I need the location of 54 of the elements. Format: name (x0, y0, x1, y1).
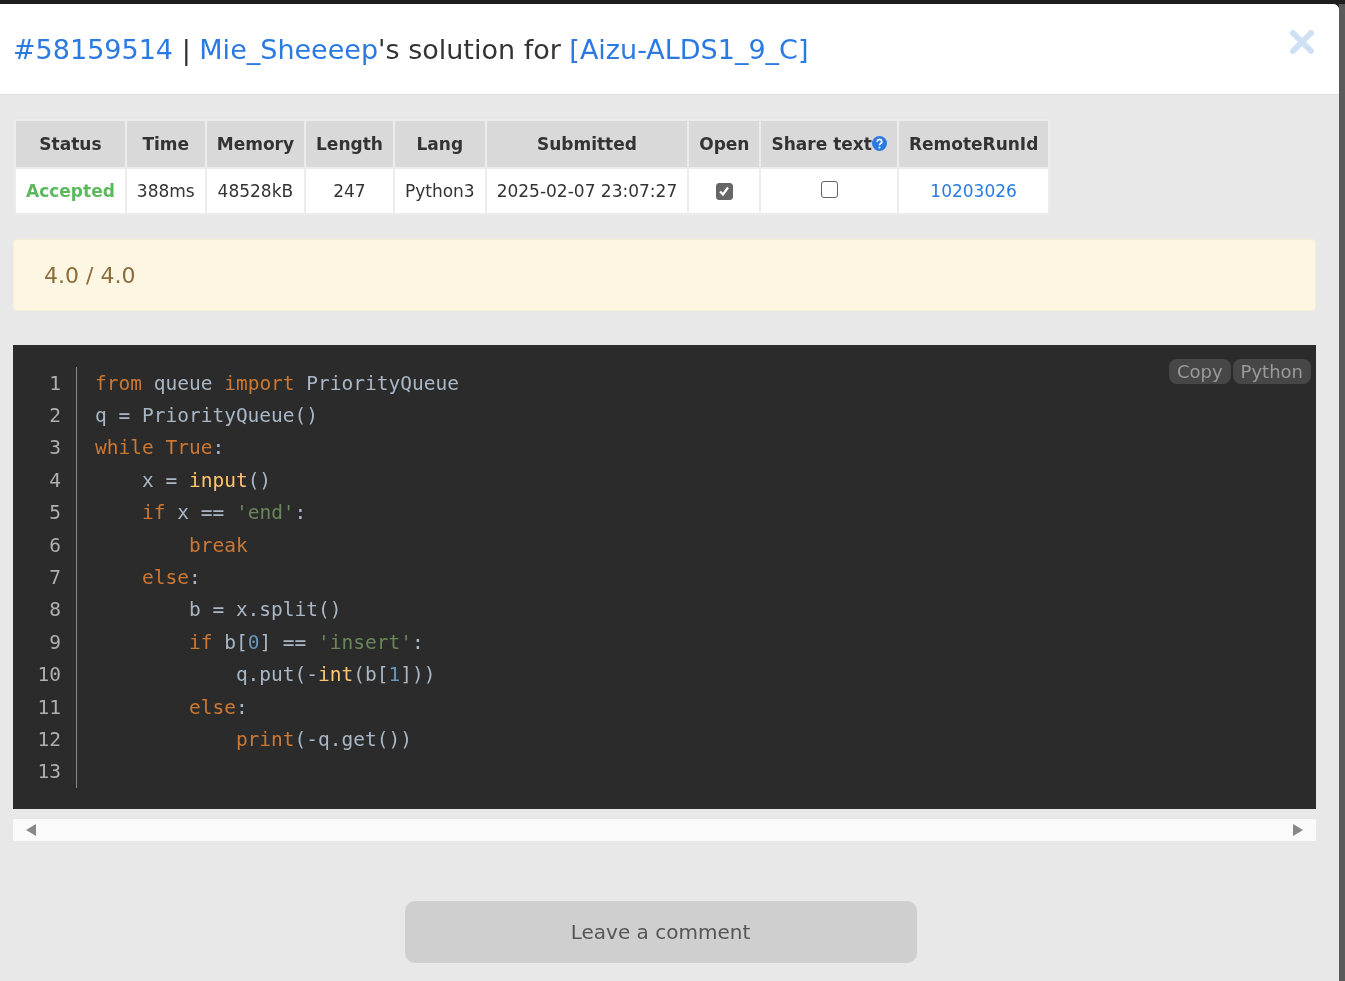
solution-title: #58159514 | Mie_Sheeeep's solution for [Aizu-ALDS1_9_C] (13, 33, 809, 65)
help-icon[interactable] (871, 136, 887, 151)
score-alert: 4.0 / 4.0 (13, 239, 1316, 311)
horizontal-scrollbar[interactable] (13, 819, 1316, 841)
code-line: print(-q.get()) (234, 728, 412, 751)
column-header: Share text (760, 120, 898, 168)
line-number: 11 (13, 690, 77, 724)
line-number: 12 (13, 723, 77, 756)
column-header: RemoteRunId (897, 120, 1050, 168)
line-number: 6 (13, 528, 77, 562)
code-line: q = PriorityQueue() (95, 404, 319, 428)
line-number: 9 (13, 626, 77, 659)
code-line: while True: (95, 436, 225, 460)
table-cell: 48528kB (205, 168, 306, 214)
line-number: 8 (13, 593, 77, 627)
column-header: Submitted (485, 120, 689, 168)
line-number: 4 (13, 464, 77, 497)
line-number: 3 (13, 431, 77, 465)
line-number: 5 (13, 496, 77, 529)
run-id-link[interactable]: #58159514 (13, 33, 174, 65)
scroll-left-icon[interactable] (25, 823, 37, 837)
code-line: b = x.split() (187, 598, 342, 622)
copy-button[interactable]: Copy (1168, 359, 1231, 384)
line-number: 7 (13, 561, 77, 594)
language-button[interactable]: Python (1232, 359, 1311, 384)
leave-comment-button[interactable]: Leave a comment (404, 901, 917, 963)
line-number: 13 (13, 755, 77, 789)
table-cell: 388ms (125, 168, 206, 214)
code-line: if x == 'end': (140, 501, 307, 525)
code-line: if b[0] == 'insert': (187, 630, 424, 654)
column-header: Memory (205, 120, 306, 168)
table-cell: 247 (305, 168, 394, 214)
scroll-right-icon[interactable] (1292, 823, 1304, 837)
code-line: x = input() (140, 468, 272, 492)
table-cell: 2025-02-07 23:07:27 (485, 168, 689, 214)
code-line: else: (140, 566, 201, 590)
code-line: from queue import PriorityQueue (95, 371, 459, 395)
line-number: 10 (13, 658, 77, 691)
share-text-checkbox[interactable] (820, 180, 838, 198)
table-cell: Python3 (393, 168, 486, 214)
open-checkbox[interactable] (715, 182, 733, 200)
problem-link[interactable]: [Aizu-ALDS1_9_C] (569, 33, 809, 65)
line-number: 1 (13, 367, 77, 400)
column-header: Open (688, 120, 761, 168)
user-link[interactable]: Mie_Sheeeep (199, 33, 379, 65)
column-header: Time (125, 120, 206, 168)
status-cell: Accepted (15, 168, 126, 214)
code-line: else: (187, 695, 248, 719)
line-number: 2 (13, 399, 77, 432)
column-header: Status (15, 120, 126, 168)
column-header: Length (305, 120, 394, 168)
code-line: break (187, 533, 248, 557)
column-header: Lang (393, 120, 486, 168)
code-line: q.put(-int(b[1])) (234, 663, 436, 687)
